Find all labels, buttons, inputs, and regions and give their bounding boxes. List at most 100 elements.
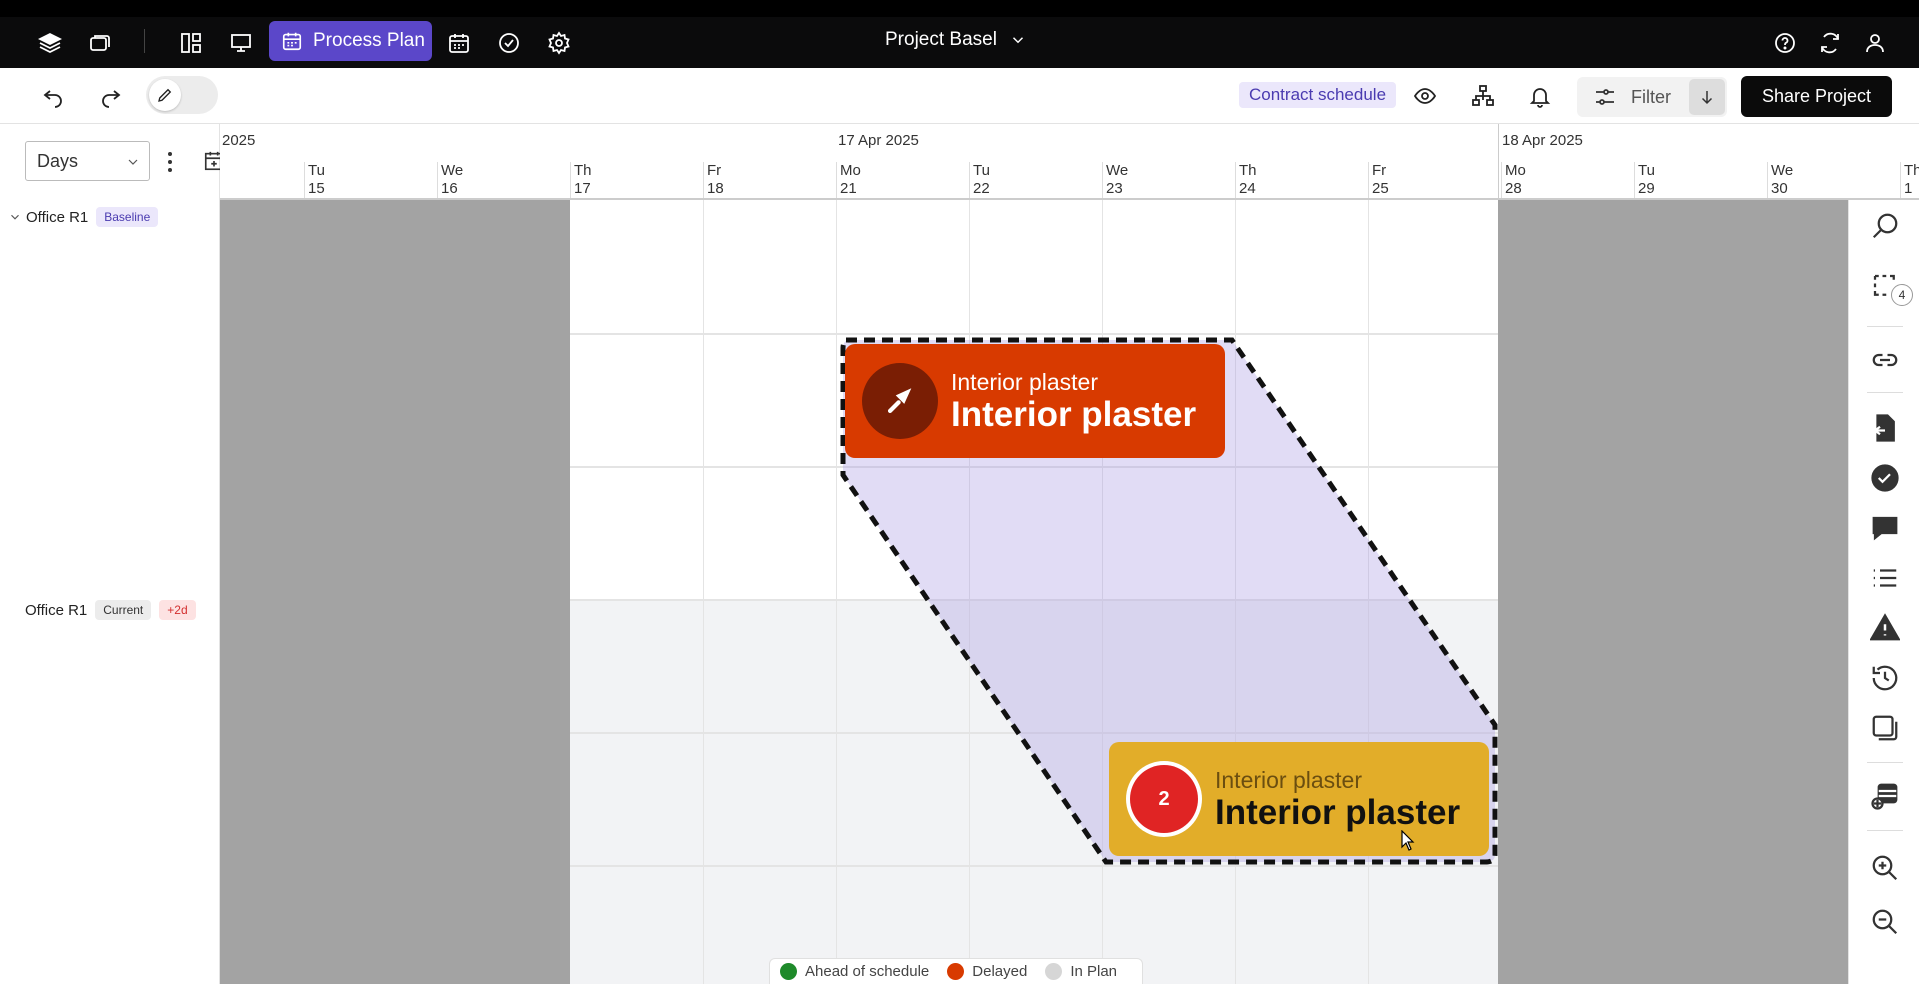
week-separator [1498, 124, 1499, 198]
arrow-down-icon [1701, 91, 1713, 105]
baseline-badge: Baseline [96, 207, 159, 227]
mouse-cursor-icon [1401, 830, 1415, 851]
schedule-grid[interactable]: Interior plaster Interior plaster 2 Inte… [220, 200, 1848, 984]
delay-count: 2 [1130, 765, 1198, 833]
edit-mode-toggle[interactable] [146, 76, 218, 114]
chevron-down-icon [1012, 37, 1023, 44]
project-title: Project Basel [885, 29, 997, 50]
divider [1867, 326, 1903, 327]
right-tool-sidebar: 4 [1848, 200, 1919, 984]
divider [1867, 392, 1903, 393]
presentation-icon[interactable] [228, 30, 254, 56]
day-column-header: We 23 [1102, 162, 1128, 198]
hierarchy-icon[interactable] [1469, 82, 1497, 110]
row-name: Office R1 [25, 601, 88, 619]
layers-copy-icon[interactable] [1869, 712, 1901, 744]
task-card-current[interactable]: 2 Interior plaster Interior plaster [1109, 742, 1489, 856]
project-selector[interactable]: Project Basel [885, 29, 1027, 51]
legend-label: Delayed [972, 963, 1028, 980]
legend-label: In Plan [1070, 963, 1118, 980]
sort-down-button[interactable] [1689, 79, 1725, 115]
divider [1867, 762, 1903, 763]
view-scale-value: Days [37, 150, 79, 171]
task-title: Interior plaster [951, 395, 1197, 434]
day-column-header: Th 17 [570, 162, 592, 198]
selection-count-badge: 4 [1891, 284, 1913, 306]
user-icon[interactable] [1862, 30, 1888, 56]
contract-schedule-label: Contract schedule [1249, 85, 1387, 104]
row-name: Office R1 [26, 208, 89, 226]
sliders-icon [1596, 89, 1614, 105]
legend-dot [1045, 963, 1063, 980]
search-icon[interactable] [1869, 210, 1901, 242]
view-scale-select[interactable]: Days [25, 141, 150, 181]
bell-icon[interactable] [1526, 82, 1554, 110]
settings-icon[interactable] [546, 30, 572, 56]
row-label-current[interactable]: Office R1 Current +2d [25, 600, 196, 620]
legend-item: Ahead of schedule [780, 963, 929, 980]
day-column-header: Fr 18 [703, 162, 724, 198]
chevron-down-icon [128, 159, 138, 165]
legend-item: Delayed [947, 963, 1027, 980]
day-column-header: Th 24 [1235, 162, 1257, 198]
sync-icon[interactable] [1817, 30, 1843, 56]
day-column-header: Fr 25 [1368, 162, 1389, 198]
link-icon[interactable] [1869, 344, 1901, 376]
delay-badge: +2d [159, 600, 196, 620]
day-column-header: Tu 22 [969, 162, 990, 198]
legend-dot [947, 963, 965, 980]
task-card-baseline[interactable]: Interior plaster Interior plaster [845, 344, 1225, 458]
divider [1867, 830, 1903, 831]
comment-icon[interactable] [1869, 512, 1901, 544]
add-table-icon[interactable] [1869, 780, 1901, 812]
legend-dot [780, 963, 797, 980]
share-project-button[interactable]: Share Project [1741, 76, 1892, 117]
row-label-baseline[interactable]: Office R1 Baseline [8, 207, 159, 227]
calendar-icon[interactable] [446, 30, 472, 56]
day-column-header: Mo 21 [836, 162, 861, 198]
more-options-icon[interactable] [165, 152, 175, 172]
filter-button-group: Filter [1577, 77, 1727, 117]
contract-schedule-chip[interactable]: Contract schedule [1239, 82, 1397, 108]
process-plan-label: Process Plan [313, 30, 425, 51]
trowel-icon [862, 363, 938, 439]
legend-label: Ahead of schedule [805, 963, 930, 980]
divider [144, 29, 145, 53]
day-column-header: We 16 [437, 162, 463, 198]
day-column-header: Tu 15 [304, 162, 325, 198]
dashboard-icon[interactable] [178, 30, 204, 56]
folders-icon[interactable] [87, 30, 113, 56]
check-circle-icon[interactable] [496, 30, 522, 56]
week-label: 18 Apr 2025 [1502, 132, 1583, 149]
day-column-header: We 30 [1767, 162, 1793, 198]
task-subtitle: Interior plaster [951, 369, 1099, 395]
legend-item: In Plan [1045, 963, 1117, 980]
zoom-in-icon[interactable] [1869, 852, 1901, 884]
warning-icon[interactable] [1869, 612, 1901, 644]
eye-icon[interactable] [1411, 82, 1439, 110]
filter-button[interactable]: Filter [1577, 77, 1687, 117]
list-icon[interactable] [1869, 562, 1901, 594]
day-column-header: Th1 [1900, 162, 1919, 198]
week-label: 2025 [222, 132, 256, 149]
status-badge: 2 [1126, 761, 1202, 837]
history-icon[interactable] [1869, 662, 1901, 694]
layers-icon[interactable] [37, 30, 63, 56]
check-badge-icon[interactable] [1869, 462, 1901, 494]
task-title: Interior plaster [1215, 793, 1461, 832]
redo-icon[interactable] [97, 82, 125, 110]
calendar-icon [282, 32, 302, 51]
status-legend: Ahead of schedule Delayed In Plan [769, 958, 1143, 984]
document-icon[interactable] [1869, 412, 1901, 444]
timeline-header: 2025 17 Apr 2025 18 Apr 2025 Tu 15 We 16 T… [220, 124, 1919, 200]
process-plan-button[interactable]: Process Plan [269, 21, 432, 61]
filter-label: Filter [1631, 86, 1671, 107]
week-label: 17 Apr 2025 [838, 132, 919, 149]
help-icon[interactable] [1772, 30, 1798, 56]
pencil-icon [149, 79, 181, 111]
zoom-out-icon[interactable] [1869, 906, 1901, 938]
chevron-down-icon [11, 214, 19, 220]
selection-outline [840, 337, 1498, 865]
day-column-header: Mo 28 [1501, 162, 1526, 198]
undo-icon[interactable] [39, 82, 67, 110]
